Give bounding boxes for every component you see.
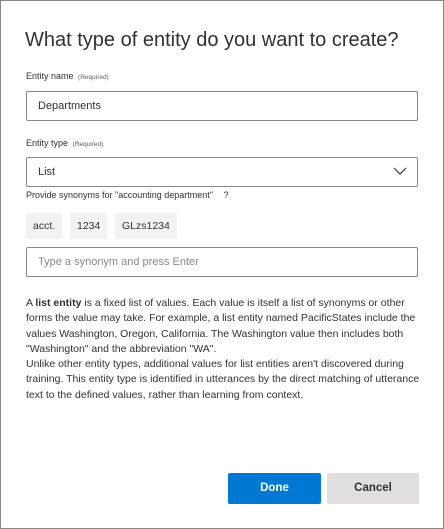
synonym-chip[interactable]: acct. (26, 213, 63, 239)
synonym-chip[interactable]: GLzs1234 (115, 213, 177, 239)
description-bold-term: list entity (35, 297, 82, 309)
description-paragraph-1: A list entity is a fixed list of values.… (26, 296, 422, 357)
entity-name-label: Entity name (Required) (26, 71, 109, 81)
entity-type-selected: List (38, 166, 56, 178)
synonyms-hint: Provide synonyms for "accounting departm… (26, 190, 229, 200)
entity-name-required: (Required) (78, 74, 109, 81)
entity-name-value: Departments (38, 100, 101, 112)
entity-type-dropdown[interactable]: List (26, 157, 418, 187)
entity-name-input[interactable]: Departments (26, 91, 418, 121)
description-body-1: is a fixed list of values. Each value is… (26, 297, 416, 355)
entity-type-label-text: Entity type (26, 138, 69, 148)
done-button[interactable]: Done (228, 473, 321, 504)
synonym-input-placeholder: Type a synonym and press Enter (38, 256, 199, 268)
synonyms-hint-text: Provide synonyms for "accounting departm… (26, 190, 213, 200)
synonym-chip[interactable]: 1234 (70, 213, 108, 239)
help-icon[interactable]: ? (224, 190, 229, 200)
entity-description: A list entity is a fixed list of values.… (26, 296, 422, 403)
entity-type-label: Entity type (Required) (26, 138, 103, 148)
cancel-button[interactable]: Cancel (327, 473, 419, 504)
chevron-down-icon (393, 167, 407, 175)
description-paragraph-2: Unlike other entity types, additional va… (26, 358, 420, 401)
description-prefix: A (26, 297, 36, 309)
entity-name-label-text: Entity name (26, 71, 74, 81)
create-entity-dialog: What type of entity do you want to creat… (0, 0, 444, 529)
synonym-input[interactable]: Type a synonym and press Enter (26, 247, 418, 277)
entity-type-required: (Required) (72, 141, 104, 148)
dialog-title: What type of entity do you want to creat… (25, 29, 399, 51)
